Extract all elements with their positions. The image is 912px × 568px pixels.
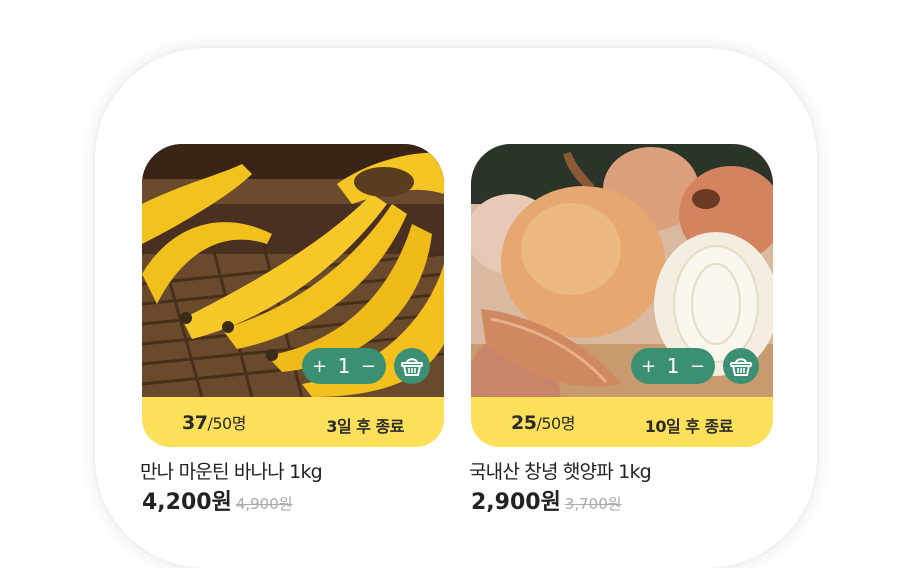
quantity-value: 1 [666, 354, 680, 378]
basket-icon [401, 358, 423, 376]
product-price: 4,200원 4,900원 [142, 490, 293, 515]
decrement-button[interactable]: − [361, 356, 376, 377]
participant-count: 25/50명 [511, 412, 575, 434]
deadline-label: 10일 후 종료 [644, 417, 734, 436]
increment-button[interactable]: + [641, 356, 656, 377]
product-name[interactable]: 국내산 창녕 햇양파 1kg [469, 457, 652, 484]
product-image-banana[interactable]: + 1 − [142, 144, 444, 397]
decrement-button[interactable]: − [690, 356, 705, 377]
group-buy-info-bar: 25/50명 10일 후 종료 [471, 397, 773, 447]
quantity-stepper-onion[interactable]: + 1 − [631, 348, 715, 384]
product-card-banana[interactable]: + 1 − 37/50명 3일 후 종료 만나 마운틴 바나나 1kg 4,20… [140, 144, 444, 515]
group-buy-info-bar: 37/50명 3일 후 종료 [142, 397, 444, 447]
product-card-onion[interactable]: + 1 − 25/50명 10일 후 종료 국내산 창녕 햇양파 1kg 2,9… [469, 144, 773, 515]
increment-button[interactable]: + [312, 356, 327, 377]
add-to-cart-button[interactable] [723, 348, 759, 384]
product-image-onion[interactable]: + 1 − [471, 144, 773, 397]
quantity-value: 1 [337, 354, 351, 378]
participant-count: 37/50명 [182, 412, 246, 434]
product-price: 2,900원 3,700원 [471, 490, 622, 515]
product-name[interactable]: 만나 마운틴 바나나 1kg [140, 457, 323, 484]
quantity-stepper-banana[interactable]: + 1 − [302, 348, 386, 384]
deadline-label: 3일 후 종료 [326, 417, 404, 436]
add-to-cart-button[interactable] [394, 348, 430, 384]
basket-icon [730, 358, 752, 376]
